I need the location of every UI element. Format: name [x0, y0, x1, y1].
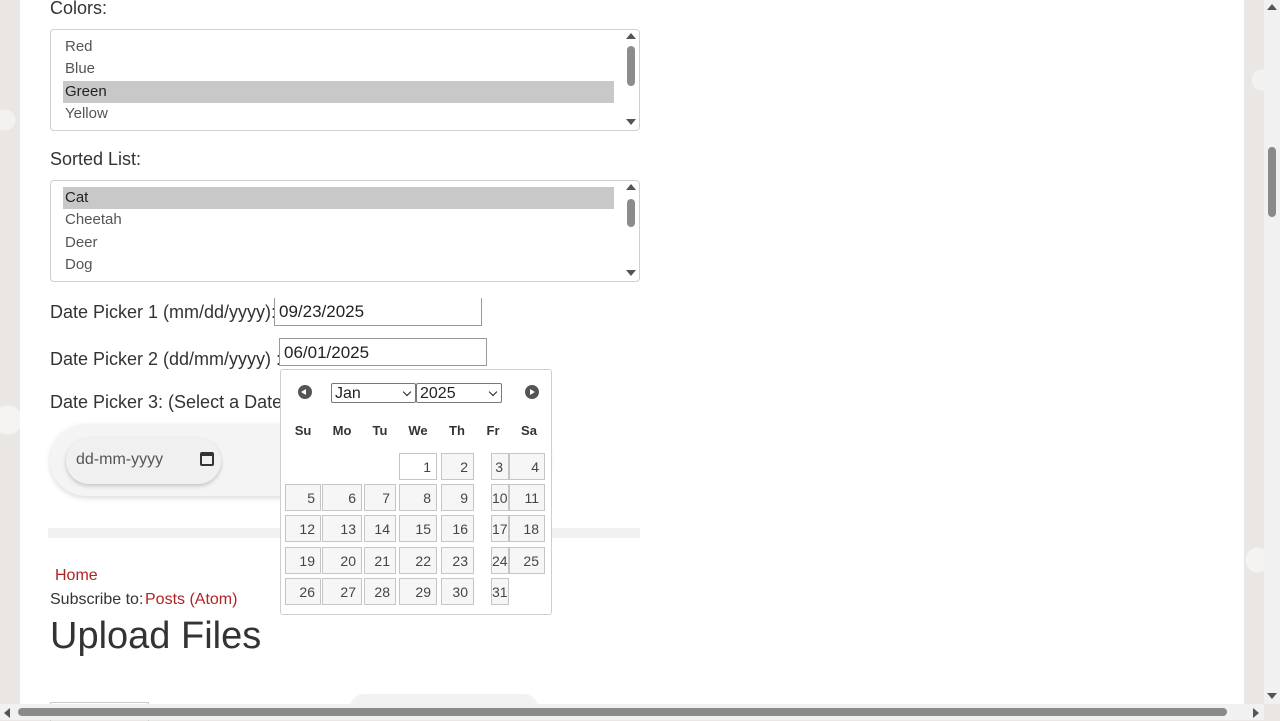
calendar-day[interactable]: 2	[441, 453, 474, 480]
colors-label: Colors:	[50, 0, 108, 18]
datepicker-header: Jan 2025	[284, 373, 546, 409]
scroll-down-arrow-icon[interactable]	[626, 119, 636, 125]
list-item[interactable]: Cheetah	[63, 209, 614, 231]
calendar-day[interactable]: 15	[399, 515, 437, 542]
calendar-day[interactable]: 27	[322, 578, 362, 605]
year-select[interactable]: 2025	[416, 383, 502, 403]
calendar-day[interactable]: 20	[322, 547, 362, 574]
scroll-thumb[interactable]	[627, 46, 635, 86]
calendar-day[interactable]: 22	[399, 547, 437, 574]
weekday-header: Tu	[372, 423, 388, 438]
calendar-day[interactable]: 4	[509, 453, 545, 480]
sorted-list-label: Sorted List:	[50, 149, 142, 169]
calendar-day[interactable]: 26	[285, 578, 321, 605]
next-month-icon[interactable]	[525, 385, 539, 399]
date-picker-2-label: Date Picker 2 (dd/mm/yyyy) :	[50, 349, 282, 369]
calendar-day[interactable]: 23	[441, 547, 474, 574]
calendar-day[interactable]: 30	[441, 578, 474, 605]
list-item[interactable]: Yellow	[63, 103, 614, 125]
weekday-header: Su	[294, 423, 312, 438]
scroll-up-arrow-icon[interactable]	[626, 33, 636, 39]
scroll-down-arrow-icon[interactable]	[626, 270, 636, 276]
calendar-day[interactable]: 24	[491, 547, 509, 574]
scroll-right-arrow-icon[interactable]	[1253, 708, 1259, 718]
calendar-day[interactable]: 13	[322, 515, 362, 542]
calendar-day[interactable]: 9	[441, 484, 474, 511]
scroll-thumb[interactable]	[1268, 147, 1276, 217]
date-picker-1-label: Date Picker 1 (mm/dd/yyyy):	[50, 302, 277, 322]
list-item[interactable]: Blue	[63, 58, 614, 80]
colors-listbox[interactable]: Red Blue Green Yellow	[50, 29, 640, 131]
weekday-header: Th	[449, 423, 465, 438]
calendar-day[interactable]: 1	[399, 453, 437, 480]
chevron-down-icon	[488, 387, 498, 397]
sorted-scrollbar[interactable]	[623, 181, 639, 281]
calendar-icon[interactable]	[200, 452, 214, 466]
calendar-day[interactable]: 10	[491, 484, 509, 511]
date-picker-2-input[interactable]: 06/01/2025	[279, 338, 487, 366]
colors-scrollbar[interactable]	[623, 30, 639, 130]
calendar-day[interactable]: 25	[509, 547, 545, 574]
calendar-day[interactable]: 3	[491, 453, 509, 480]
start-date-input[interactable]: dd-mm-yyyy	[66, 438, 221, 484]
calendar-day[interactable]: 7	[364, 484, 396, 511]
month-select-value: Jan	[335, 385, 361, 402]
page-vertical-scrollbar[interactable]	[1264, 0, 1280, 704]
home-link[interactable]: Home	[55, 567, 98, 585]
scroll-left-arrow-icon[interactable]	[4, 708, 10, 718]
calendar-day[interactable]: 5	[285, 484, 321, 511]
page-horizontal-scrollbar[interactable]	[0, 704, 1264, 720]
list-item-selected[interactable]: Green	[63, 81, 614, 103]
calendar-day[interactable]: 29	[399, 578, 437, 605]
date-picker-1-input[interactable]: 09/23/2025	[274, 298, 482, 326]
calendar-day[interactable]: 11	[509, 484, 545, 511]
prev-month-icon[interactable]	[298, 385, 312, 399]
list-item[interactable]: Dog	[63, 254, 614, 276]
calendar-day[interactable]: 31	[491, 578, 509, 605]
calendar-day[interactable]: 14	[364, 515, 396, 542]
weekday-header: Sa	[521, 423, 537, 438]
subscribe-label: Subscribe to:	[50, 591, 144, 608]
weekday-header: Fr	[486, 423, 500, 438]
sorted-listbox[interactable]: Cat Cheetah Deer Dog	[50, 180, 640, 282]
list-item[interactable]: Red	[63, 36, 614, 58]
calendar-day[interactable]: 16	[441, 515, 474, 542]
month-select[interactable]: Jan	[331, 383, 416, 403]
posts-atom-link[interactable]: Posts (Atom)	[145, 591, 237, 609]
start-date-placeholder: dd-mm-yyyy	[76, 451, 164, 468]
scroll-thumb[interactable]	[18, 708, 1227, 716]
calendar-day[interactable]: 6	[322, 484, 362, 511]
calendar-day[interactable]: 8	[399, 484, 437, 511]
weekday-header: We	[408, 423, 428, 438]
scroll-up-arrow-icon[interactable]	[1267, 4, 1277, 10]
upload-files-heading: Upload Files	[50, 615, 262, 657]
chevron-down-icon	[402, 387, 412, 397]
calendar-day[interactable]: 17	[491, 515, 509, 542]
calendar-day[interactable]: 12	[285, 515, 321, 542]
list-item-selected[interactable]: Cat	[63, 187, 614, 209]
datepicker-popup: Jan 2025 Su Mo Tu We Th Fr Sa 1 2 3 4 5 6 7 8 9 10 11 12 1…	[280, 369, 552, 615]
calendar-day[interactable]: 19	[285, 547, 321, 574]
scroll-up-arrow-icon[interactable]	[626, 184, 636, 190]
calendar-day[interactable]: 28	[364, 578, 396, 605]
scroll-down-arrow-icon[interactable]	[1267, 693, 1277, 699]
scroll-thumb[interactable]	[627, 199, 635, 227]
list-item[interactable]: Deer	[63, 232, 614, 254]
weekday-header: Mo	[332, 423, 352, 438]
calendar-day[interactable]: 18	[509, 515, 545, 542]
calendar-day[interactable]: 21	[364, 547, 396, 574]
year-select-value: 2025	[420, 385, 456, 402]
